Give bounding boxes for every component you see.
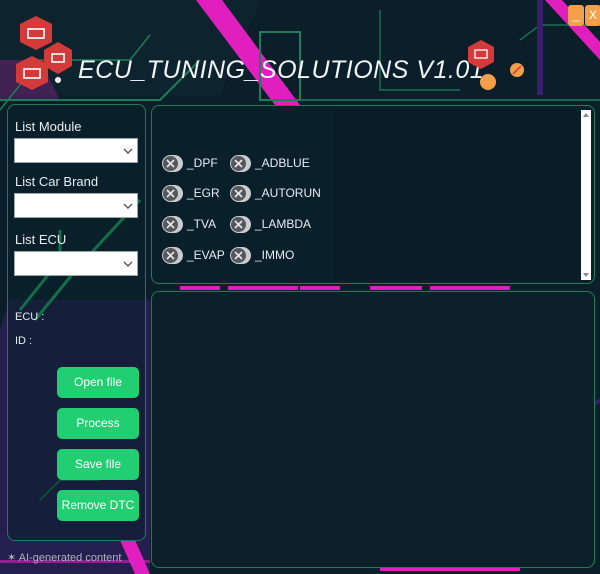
toggle-switch[interactable] — [230, 216, 251, 233]
list-car-brand-label: List Car Brand — [15, 174, 99, 189]
chevron-down-icon — [123, 261, 133, 267]
toggle-switch[interactable] — [230, 155, 251, 172]
option-label: _EGR — [187, 186, 220, 200]
app-title: ECU_TUNING_SOLUTIONS V1.01 — [78, 56, 485, 84]
options-output-area — [334, 108, 578, 280]
option-label: _EVAP — [187, 248, 225, 262]
option-label: _LAMBDA — [255, 217, 312, 231]
remove-dtc-button[interactable]: Remove DTC — [57, 490, 139, 521]
option-label: _ADBLUE — [255, 156, 310, 170]
list-ecu-select[interactable] — [14, 251, 138, 276]
options-scrollbar[interactable] — [581, 110, 591, 280]
circuit-badge-icon — [468, 40, 524, 90]
option-label: _AUTORUN — [255, 186, 321, 200]
save-file-button[interactable]: Save file — [57, 449, 139, 480]
close-button[interactable]: X — [585, 5, 600, 26]
x-mark-icon — [166, 189, 175, 198]
log-output-panel — [151, 291, 595, 568]
x-mark-icon — [234, 251, 243, 260]
list-car-brand-select[interactable] — [14, 193, 138, 218]
ai-generated-footer: ✶ AI-generated content — [7, 551, 121, 564]
sparkle-icon: ✶ — [7, 552, 19, 564]
x-mark-icon — [234, 159, 243, 168]
toggle-switch[interactable] — [230, 247, 251, 264]
list-ecu-label: List ECU — [15, 232, 67, 247]
scroll-down-icon[interactable] — [581, 270, 591, 280]
x-mark-icon — [234, 189, 243, 198]
process-button[interactable]: Process — [57, 408, 139, 439]
toggle-switch[interactable] — [230, 185, 251, 202]
engine-logo-icon — [16, 16, 72, 90]
x-mark-icon — [166, 220, 175, 229]
x-mark-icon — [166, 159, 175, 168]
toggle-switch[interactable] — [162, 185, 183, 202]
option-label: _IMMO — [255, 248, 295, 262]
ecu-info-label: ECU : — [15, 311, 45, 323]
id-info-label: ID : — [15, 335, 33, 347]
option-label: _DPF — [187, 156, 218, 170]
toggle-switch[interactable] — [162, 155, 183, 172]
minimize-button[interactable]: _ — [568, 5, 584, 26]
toggle-switch[interactable] — [162, 216, 183, 233]
chevron-down-icon — [123, 203, 133, 209]
list-module-label: List Module — [15, 119, 82, 134]
footer-text: AI-generated content — [18, 552, 122, 564]
open-file-button[interactable]: Open file — [57, 367, 139, 398]
toggle-switch[interactable] — [162, 247, 183, 264]
scroll-up-icon[interactable] — [581, 110, 591, 120]
x-mark-icon — [234, 220, 243, 229]
chevron-down-icon — [123, 148, 133, 154]
x-mark-icon — [166, 251, 175, 260]
option-label: _TVA — [187, 217, 217, 231]
list-module-select[interactable] — [14, 138, 138, 163]
